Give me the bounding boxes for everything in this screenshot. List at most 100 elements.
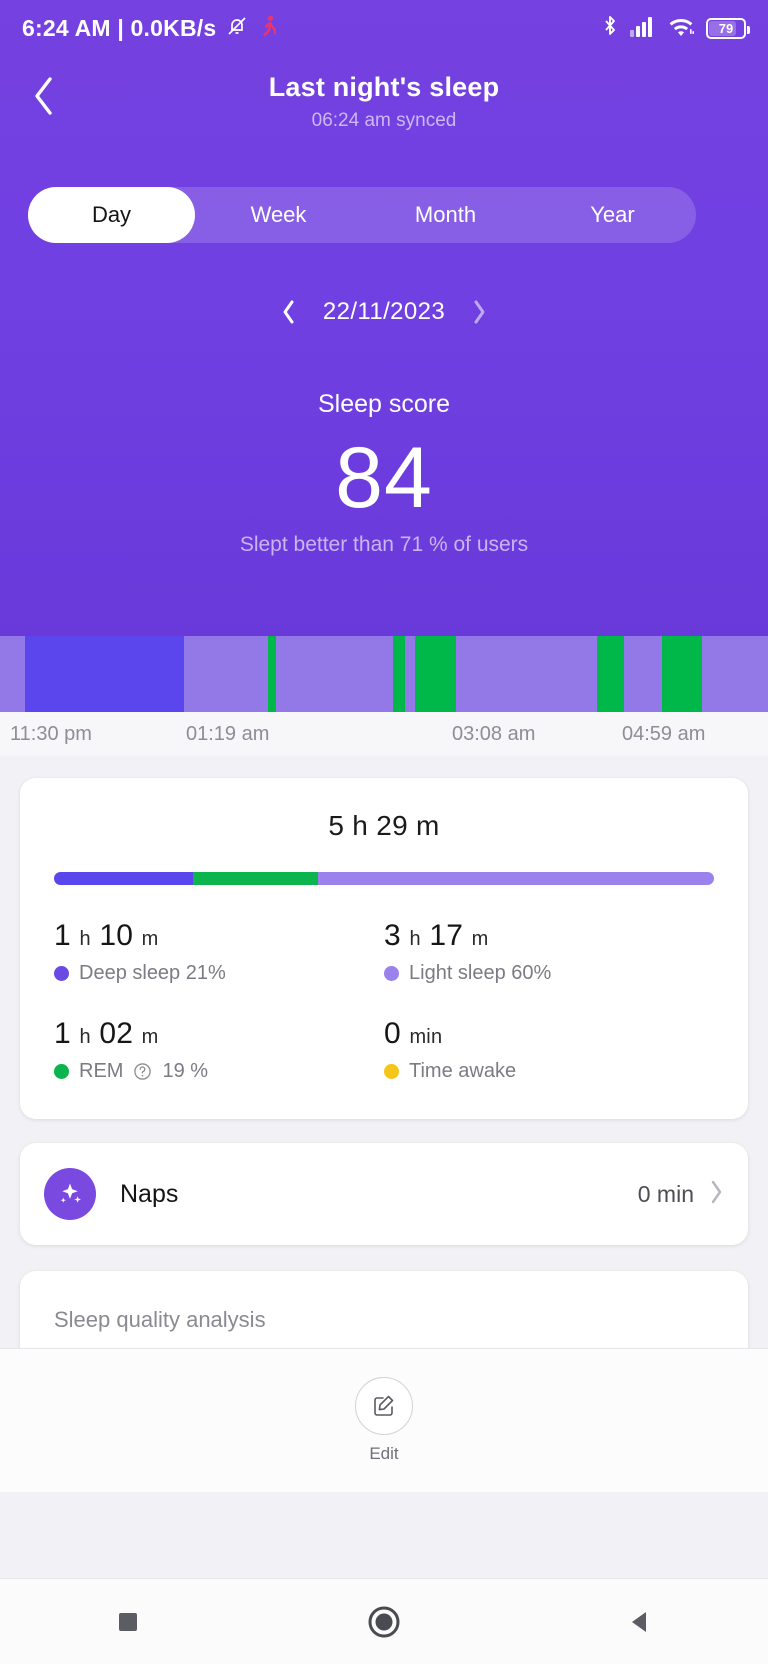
- stack-segment-rem: [192, 872, 318, 885]
- tab-month[interactable]: Month: [362, 187, 529, 243]
- hypnogram-axis-label: 11:30 pm: [10, 722, 92, 745]
- hypnogram-segment-rem: [393, 636, 405, 712]
- metric-minutes: 17: [429, 919, 464, 952]
- total-sleep-duration: 5 h 29 m: [328, 810, 440, 841]
- back-button[interactable]: [18, 70, 70, 122]
- chevron-left-icon: [283, 300, 294, 324]
- edit-button[interactable]: [355, 1377, 413, 1435]
- chevron-right-icon[interactable]: [708, 1178, 724, 1211]
- chevron-right-icon: [474, 300, 485, 324]
- status-bar: 6:24 AM | 0.0KB/s 79: [0, 0, 768, 56]
- hypnogram-segment-rem: [268, 636, 277, 712]
- hypnogram-time-axis: 11:30 pm 01:19 am 03:08 am 04:59 am: [0, 712, 768, 756]
- tab-day[interactable]: Day: [28, 187, 195, 243]
- sleep-stage-metrics-grid: 1 h 10 m Deep sleep 21% 3 h 17 m Light s…: [54, 919, 714, 1083]
- metric-light-sleep: 3 h 17 m Light sleep 60%: [384, 919, 714, 985]
- hypnogram-segments: [0, 636, 768, 712]
- hypnogram-axis-label: 03:08 am: [452, 722, 536, 745]
- metric-label-row: REM 19 %: [54, 1060, 384, 1083]
- triangle-back-icon: [632, 1611, 646, 1632]
- battery-level: 79: [718, 20, 734, 36]
- circle-home-icon: [368, 1606, 400, 1637]
- metric-rem-sleep: 1 h 02 m REM 19 %: [54, 1017, 384, 1083]
- metric-awake-number: 0: [384, 1017, 401, 1050]
- metric-hours-unit: h: [409, 928, 421, 950]
- hypnogram-segment-deep: [24, 636, 185, 712]
- status-bar-right: 79: [601, 14, 750, 43]
- sleep-score-block: Sleep score 84 Slept better than 71 % of…: [0, 390, 768, 557]
- recents-button[interactable]: [83, 1579, 173, 1664]
- sleep-stage-stacked-bar: [54, 872, 714, 885]
- legend-dot-light: [384, 966, 399, 981]
- metric-label-row: Light sleep 60%: [384, 962, 714, 985]
- metric-minutes: 02: [99, 1017, 134, 1050]
- naps-card[interactable]: Naps 0 min: [20, 1143, 748, 1245]
- bell-mute-icon: [225, 14, 249, 43]
- stack-segment-deep: [54, 872, 193, 885]
- metric-minutes-unit: m: [141, 1026, 159, 1048]
- header-region: 6:24 AM | 0.0KB/s 79 Last night's sleep …: [0, 0, 768, 636]
- hypnogram-segment-light: [404, 636, 416, 712]
- metric-hours-unit: h: [79, 928, 91, 950]
- legend-dot-deep: [54, 966, 69, 981]
- metric-label-row: Time awake: [384, 1060, 714, 1083]
- metric-value: 1 h 10 m: [54, 919, 384, 953]
- metric-hours: 1: [54, 919, 71, 952]
- metric-deep-sleep: 1 h 10 m Deep sleep 21%: [54, 919, 384, 985]
- android-navigation-bar: [0, 1578, 768, 1664]
- page-title: Last night's sleep: [268, 72, 500, 102]
- hypnogram-segment-light: [701, 636, 768, 712]
- metric-hours-unit: h: [79, 1026, 91, 1048]
- hypnogram-axis-label: 04:59 am: [622, 722, 706, 745]
- metric-awake-unit: min: [409, 1026, 443, 1048]
- wifi-icon: [667, 15, 695, 42]
- metric-label: Light sleep 60%: [409, 962, 552, 984]
- metric-hours: 1: [54, 1017, 71, 1050]
- home-button[interactable]: [339, 1579, 429, 1664]
- metric-label-rem: REM: [79, 1060, 124, 1082]
- edit-button-label: Edit: [369, 1444, 399, 1463]
- metric-minutes-unit: m: [471, 928, 489, 950]
- previous-date-button[interactable]: [281, 298, 297, 326]
- metric-minutes-unit: m: [141, 928, 159, 950]
- hypnogram-segment-light: [623, 636, 662, 712]
- hypnogram-axis-label: 01:19 am: [186, 722, 270, 745]
- metric-value: 1 h 02 m: [54, 1017, 384, 1051]
- square-recents-icon: [119, 1612, 137, 1631]
- question-mark-circle-icon[interactable]: [133, 1062, 152, 1081]
- tab-week[interactable]: Week: [195, 187, 362, 243]
- sleep-score-value: 84: [335, 430, 433, 526]
- hypnogram-segment-light: [276, 636, 394, 712]
- hypnogram-segment-rem: [661, 636, 702, 712]
- next-date-button[interactable]: [471, 298, 487, 326]
- back-button-nav[interactable]: [595, 1579, 685, 1664]
- sparkle-star-icon: [44, 1168, 96, 1220]
- current-date-label: 22/11/2023: [322, 298, 446, 325]
- metric-minutes: 10: [99, 919, 134, 952]
- hypnogram-segment-light: [456, 636, 598, 712]
- naps-value: 0 min: [637, 1180, 694, 1207]
- stack-segment-light: [317, 872, 714, 885]
- sync-status-text: 06:24 am synced: [311, 110, 457, 131]
- date-navigator: 22/11/2023: [0, 298, 768, 326]
- metric-value: 3 h 17 m: [384, 919, 714, 953]
- tab-year[interactable]: Year: [529, 187, 696, 243]
- sleep-quality-analysis-title: Sleep quality analysis: [54, 1307, 266, 1332]
- edit-action-bar: Edit: [0, 1348, 768, 1492]
- sleep-detail-screen: 6:24 AM | 0.0KB/s 79 Last night's sleep …: [0, 0, 768, 1664]
- naps-title: Naps: [120, 1179, 179, 1208]
- hypnogram-chart[interactable]: [0, 636, 768, 712]
- hypnogram-segment-light: [184, 636, 268, 712]
- bluetooth-icon: [601, 14, 619, 43]
- hypnogram-segment-rem: [415, 636, 457, 712]
- hypnogram-segment-rem: [597, 636, 624, 712]
- hypnogram-segment-light: [0, 636, 25, 712]
- edit-pencil-square-icon: [374, 1395, 394, 1416]
- battery-icon: 79: [706, 17, 750, 39]
- chevron-left-icon: [35, 77, 52, 115]
- running-icon: [258, 15, 278, 42]
- sleep-summary-card: 5 h 29 m 1 h 10 m Deep sleep 21% 3 h 17 …: [20, 778, 748, 1119]
- metric-time-awake: 0 min Time awake: [384, 1017, 714, 1083]
- cellular-signal-icon: [630, 15, 656, 42]
- title-block: Last night's sleep 06:24 am synced: [0, 62, 768, 132]
